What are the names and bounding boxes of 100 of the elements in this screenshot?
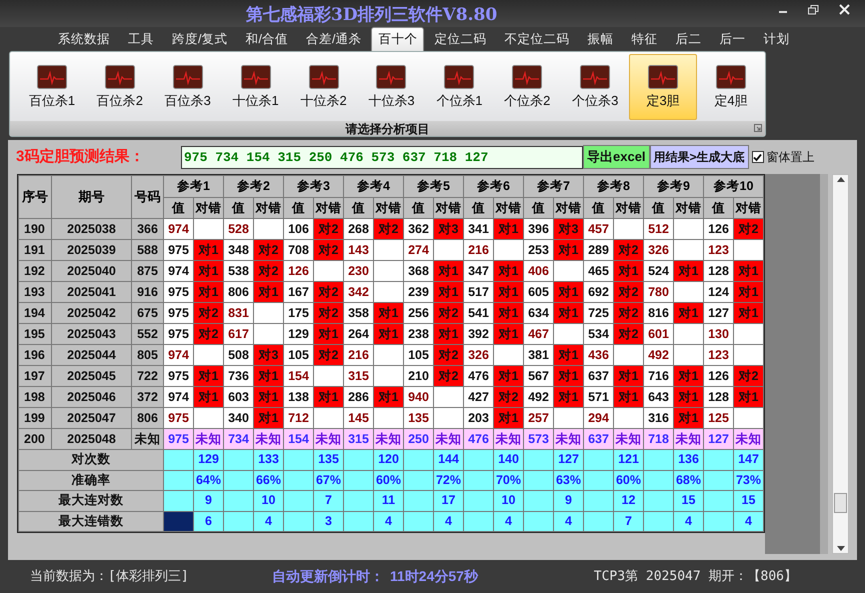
table-cell: 11 <box>374 490 404 511</box>
table-cell: 190 <box>18 218 52 240</box>
column-header[interactable]: 值 <box>224 198 254 218</box>
table-cell: 436 <box>584 344 614 366</box>
column-header[interactable]: 值 <box>464 198 494 218</box>
column-header[interactable]: 参考3 <box>284 176 344 198</box>
ribbon-item[interactable]: 十位杀3 <box>358 54 426 120</box>
table-cell: 194 <box>18 302 52 324</box>
column-header[interactable]: 值 <box>644 198 674 218</box>
ribbon-item[interactable]: 个位杀3 <box>561 54 630 120</box>
column-header[interactable]: 值 <box>584 198 614 218</box>
column-header[interactable]: 参考4 <box>344 176 404 198</box>
menu-tab[interactable]: 后一 <box>711 27 754 51</box>
column-header[interactable]: 对错 <box>674 198 704 218</box>
column-header[interactable]: 参考8 <box>584 176 644 198</box>
column-header[interactable]: 值 <box>344 198 374 218</box>
column-header[interactable]: 对错 <box>254 198 284 218</box>
ribbon-item[interactable]: 个位杀1 <box>425 54 494 120</box>
column-header[interactable]: 参考10 <box>704 176 764 198</box>
table-cell: 196 <box>18 344 52 366</box>
column-header[interactable]: 值 <box>284 198 314 218</box>
column-header[interactable]: 对错 <box>494 198 524 218</box>
table-cell: 对1 <box>554 302 584 324</box>
column-header[interactable]: 参考7 <box>524 176 584 198</box>
column-header[interactable]: 值 <box>704 198 734 218</box>
checkbox[interactable] <box>752 151 764 163</box>
table-cell: 512 <box>644 218 674 240</box>
table-cell: 2025040 <box>52 260 132 282</box>
column-header[interactable]: 对错 <box>614 198 644 218</box>
heartbeat-icon <box>36 65 67 89</box>
table-cell: 286 <box>344 386 374 408</box>
column-header[interactable]: 参考5 <box>404 176 464 198</box>
ribbon-item[interactable]: 个位杀2 <box>493 54 562 120</box>
column-header[interactable]: 值 <box>524 198 554 218</box>
column-header[interactable]: 期号 <box>52 176 132 218</box>
column-header[interactable]: 对错 <box>554 198 584 218</box>
menu-tab[interactable]: 振幅 <box>579 27 622 51</box>
table-cell: 974 <box>164 218 194 240</box>
column-header[interactable]: 对错 <box>314 198 344 218</box>
menu-tab[interactable]: 合差/通杀 <box>298 27 370 51</box>
table-cell: 362 <box>404 218 434 240</box>
table-cell: 712 <box>284 408 314 428</box>
column-header[interactable]: 参考1 <box>164 176 224 198</box>
table-cell: 492 <box>524 386 554 408</box>
menu-tab[interactable]: 定位二码 <box>426 27 494 51</box>
column-header[interactable]: 序号 <box>18 176 52 218</box>
scroll-up-icon[interactable] <box>836 177 844 182</box>
close-icon[interactable] <box>839 4 850 15</box>
column-header[interactable]: 值 <box>404 198 434 218</box>
table-cell: 对1 <box>734 302 764 324</box>
table-cell: 725 <box>584 302 614 324</box>
scrollbar[interactable] <box>832 174 849 554</box>
table-cell: 未知 <box>734 428 764 450</box>
table-cell: 875 <box>132 260 164 282</box>
table-cell[interactable] <box>164 490 194 511</box>
menu-tab[interactable]: 计划 <box>755 27 798 51</box>
table-cell: 对2 <box>314 240 344 260</box>
column-header[interactable]: 参考9 <box>644 176 704 198</box>
export-button[interactable]: 导出excel <box>583 145 650 169</box>
menu-tab[interactable]: 工具 <box>120 27 162 51</box>
column-header[interactable]: 值 <box>164 198 194 218</box>
scrollbar-thumb[interactable] <box>834 493 847 513</box>
ribbon-item[interactable]: 百位杀3 <box>154 54 222 120</box>
generate-button[interactable]: 用结果>生成大底 <box>650 145 749 169</box>
table-cell: 对1 <box>734 386 764 408</box>
table-cell: 72% <box>434 470 464 490</box>
column-header[interactable]: 参考6 <box>464 176 524 198</box>
table-cell: 对1 <box>554 344 584 366</box>
menu-tab[interactable]: 跨度/复式 <box>164 27 236 51</box>
column-header[interactable]: 对错 <box>194 198 224 218</box>
column-header[interactable]: 号码 <box>132 176 164 218</box>
table-cell: 199 <box>18 408 52 428</box>
menu-tab[interactable]: 不定位二码 <box>496 27 578 51</box>
table-cell[interactable] <box>164 450 194 470</box>
menu-tab[interactable]: 和/合值 <box>237 27 296 51</box>
menu-tab[interactable]: 后二 <box>667 27 710 51</box>
ribbon-item[interactable]: 十位杀1 <box>222 54 290 120</box>
table-cell[interactable] <box>164 470 194 490</box>
scroll-down-icon[interactable] <box>836 546 844 551</box>
column-header[interactable]: 对错 <box>434 198 464 218</box>
menu-tab[interactable]: 系统数据 <box>50 27 118 51</box>
menu-tab[interactable]: 特征 <box>623 27 666 51</box>
table-cell[interactable] <box>164 511 194 532</box>
table-cell: 未知 <box>554 428 584 450</box>
menu-tab[interactable]: 百十个 <box>371 27 424 51</box>
ribbon-item[interactable]: 定3胆 <box>629 54 698 120</box>
ribbon-item[interactable]: 百位杀1 <box>18 54 86 120</box>
column-header[interactable]: 对错 <box>374 198 404 218</box>
column-header[interactable]: 参考2 <box>224 176 284 198</box>
result-field[interactable]: 975 734 154 315 250 476 573 637 718 127 <box>181 146 583 168</box>
expand-icon[interactable] <box>754 124 762 132</box>
ribbon-item[interactable]: 百位杀2 <box>86 54 154 120</box>
ribbon-item[interactable]: 定4胆 <box>697 54 765 120</box>
table-cell: 对1 <box>194 366 224 386</box>
column-header[interactable]: 对错 <box>734 198 764 218</box>
table-cell: 197 <box>18 366 52 386</box>
ribbon-item[interactable]: 十位杀2 <box>290 54 358 120</box>
heartbeat-icon <box>512 65 542 89</box>
restore-icon[interactable] <box>808 4 819 14</box>
table-cell: 125 <box>704 408 734 428</box>
